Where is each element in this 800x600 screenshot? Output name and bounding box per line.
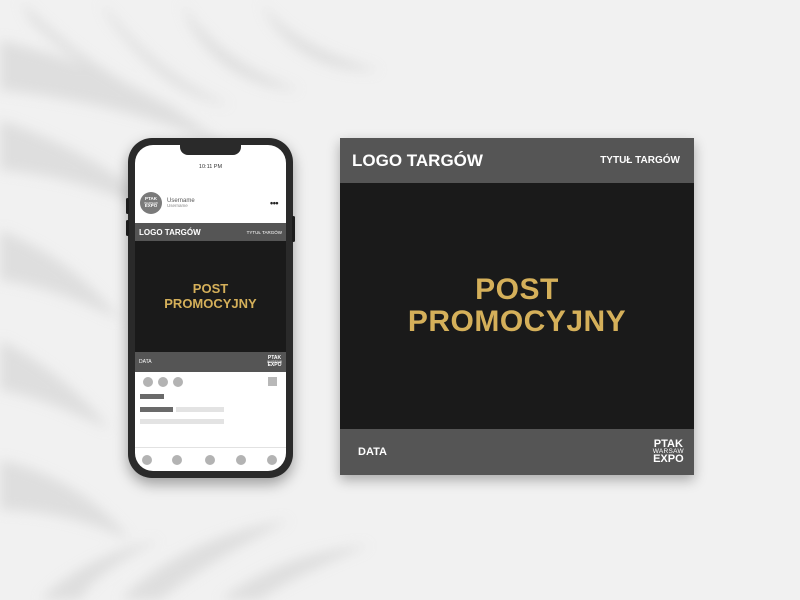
divider: [135, 447, 286, 448]
phone-post-text: PROMOCYJNY: [164, 295, 257, 311]
like-icon[interactable]: [143, 377, 153, 387]
phone-post-footer: DATA PTAK WARSAW EXPO: [135, 352, 286, 372]
phone-screen: 10:11 PM PTAK WARSAW EXPO Username Usern…: [135, 145, 286, 471]
activity-icon[interactable]: [236, 455, 246, 465]
share-icon[interactable]: [173, 377, 183, 387]
avatar-text: EXPO: [144, 203, 158, 209]
phone-post-header: LOGO TARGÓW TYTUŁ TARGÓW: [135, 223, 286, 241]
post-title: TYTUŁ TARGÓW: [600, 155, 680, 166]
status-time: 10:11 PM: [198, 164, 223, 170]
post-body: POST PROMOCYJNY: [340, 183, 694, 429]
avatar[interactable]: PTAK WARSAW EXPO: [140, 192, 162, 214]
brand-text: EXPO: [267, 362, 282, 369]
caption-placeholder: [140, 394, 164, 399]
home-icon[interactable]: [142, 455, 152, 465]
phone-post-text: POST: [192, 281, 229, 297]
user-handle: Username: [167, 202, 188, 208]
brand-logo: PTAK WARSAW EXPO: [653, 438, 684, 465]
phone-post-body[interactable]: POST PROMOCYJNY: [135, 241, 286, 352]
post-header: LOGO TARGÓW TYTUŁ TARGÓW: [340, 138, 694, 183]
post-footer: DATA PTAK WARSAW EXPO: [340, 429, 694, 475]
phone-post-logo: LOGO TARGÓW: [139, 227, 201, 237]
promo-post-card: LOGO TARGÓW TYTUŁ TARGÓW POST PROMOCYJNY…: [340, 138, 694, 475]
phone-volume-button: [126, 220, 129, 236]
caption-placeholder: [140, 419, 224, 424]
caption-placeholder: [176, 407, 224, 412]
more-horizontal-icon[interactable]: •••: [270, 198, 278, 208]
post-logo: LOGO TARGÓW: [352, 150, 483, 170]
phone-brand-logo: PTAK WARSAW EXPO: [267, 356, 282, 369]
post-text: POST: [475, 272, 559, 306]
phone-power-button: [292, 216, 295, 242]
phone-notch: [180, 145, 241, 155]
comment-icon[interactable]: [158, 377, 168, 387]
phone-post-date: DATA: [139, 359, 152, 365]
post-date: DATA: [358, 446, 387, 458]
phone-mockup: 10:11 PM PTAK WARSAW EXPO Username Usern…: [126, 138, 295, 478]
brand-text: EXPO: [653, 452, 684, 465]
add-post-icon[interactable]: [205, 455, 215, 465]
profile-row: PTAK WARSAW EXPO Username Username •••: [140, 189, 281, 217]
profile-names: Username Username: [167, 198, 195, 209]
phone-volume-button: [126, 198, 129, 214]
search-icon[interactable]: [172, 455, 182, 465]
post-text: PROMOCYJNY: [407, 305, 627, 338]
caption-placeholder: [140, 407, 173, 412]
bookmark-icon[interactable]: [268, 377, 277, 386]
profile-icon[interactable]: [267, 455, 277, 465]
phone-post-title: TYTUŁ TARGÓW: [246, 229, 282, 235]
